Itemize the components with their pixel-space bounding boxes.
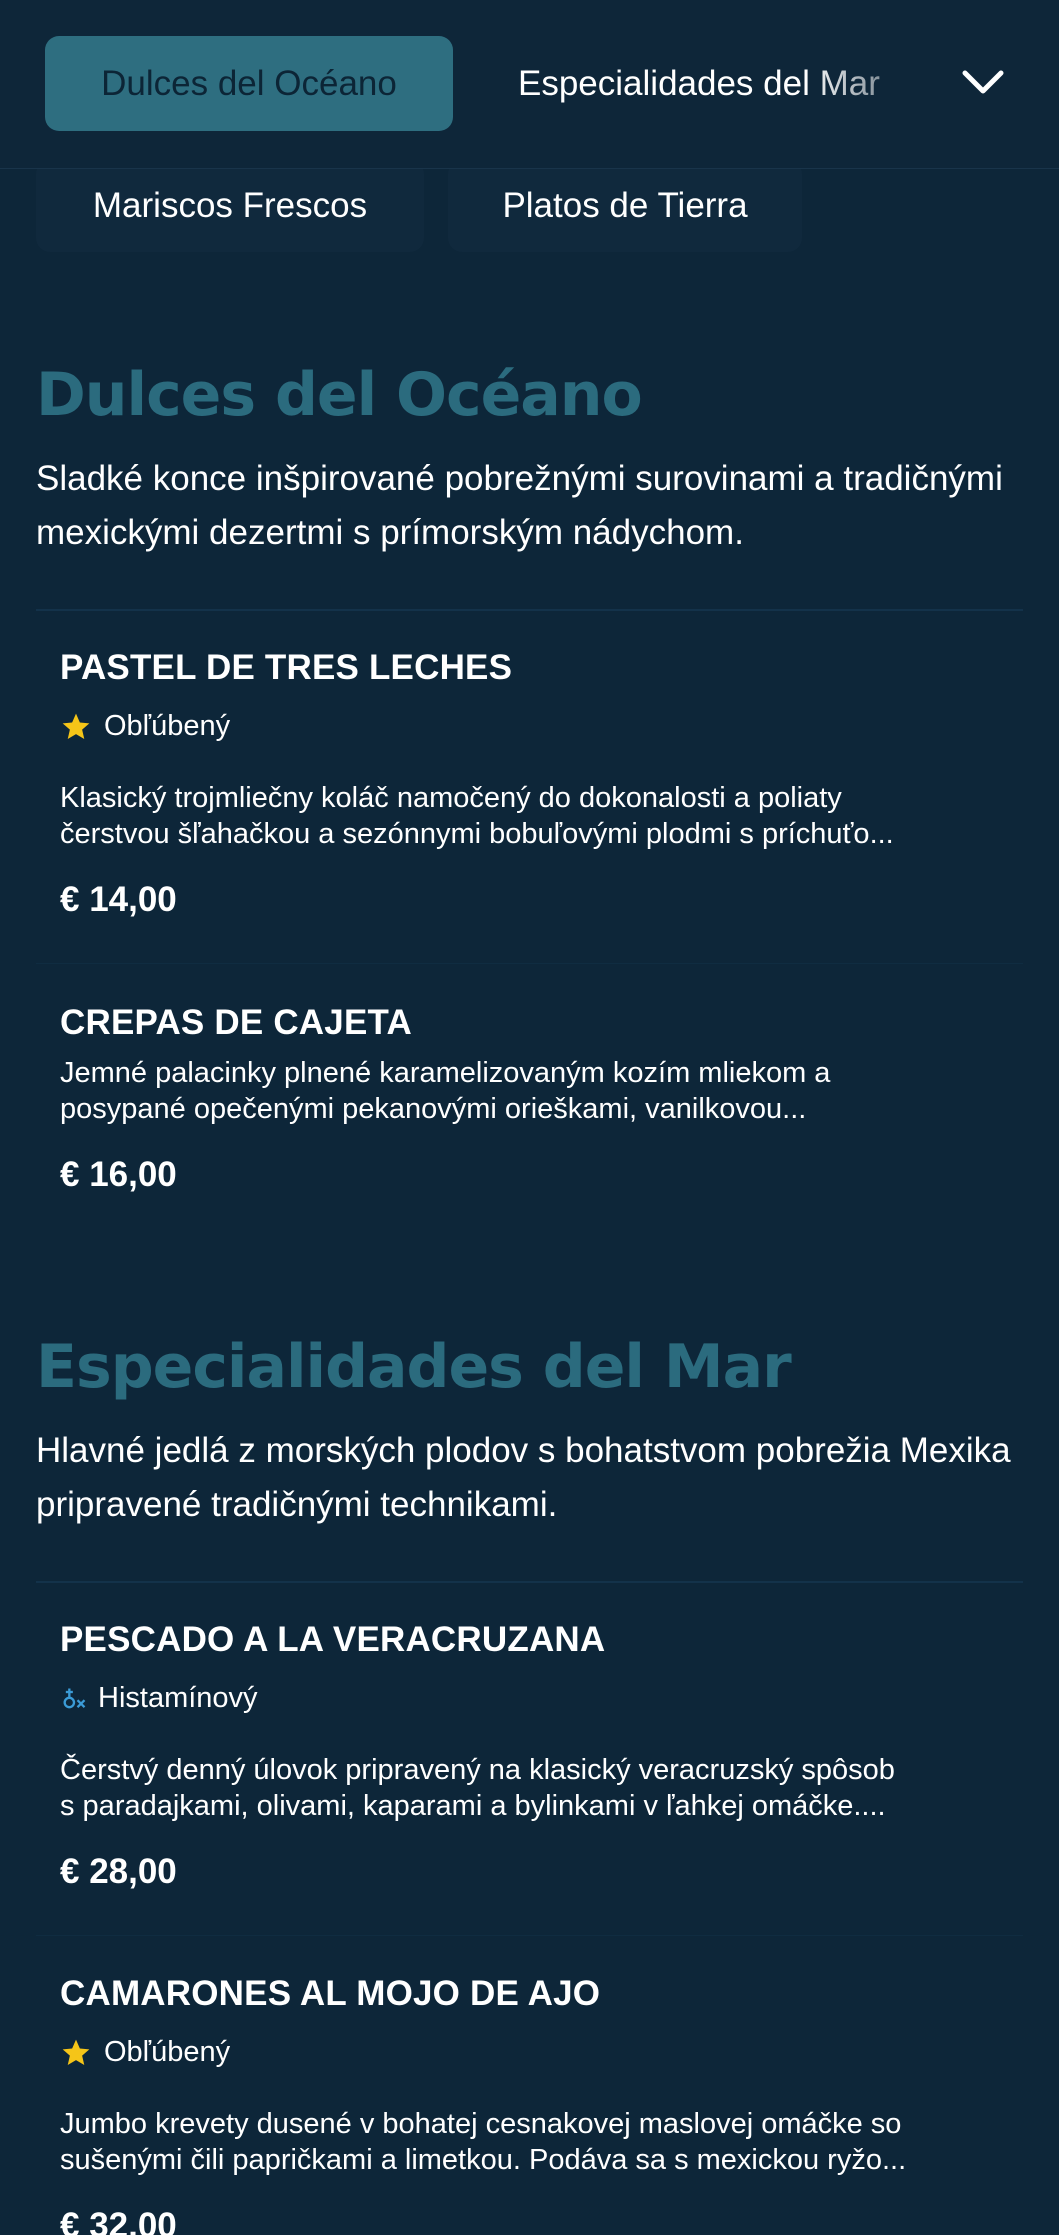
- category-chip-label: Mariscos Frescos: [92, 186, 368, 225]
- item-badge: Obľúbený: [60, 710, 230, 743]
- menu-section-dulces: Dulces del Océano Sladké konce inšpirova…: [36, 350, 1023, 630]
- item-badge-label: Histamínový: [98, 1682, 258, 1714]
- item-divider: [36, 963, 1023, 964]
- item-badge-label: Obľúbený: [104, 710, 231, 742]
- item-description: Čerstvý denný úlovok pripravený na klasi…: [60, 1752, 1000, 1824]
- menu-page: Mariscos Frescos Platos de Tierra Dulces…: [0, 0, 1059, 2235]
- histamine-icon: [63, 1688, 86, 1708]
- item-name: CREPAS DE CAJETA: [60, 1003, 412, 1042]
- item-description: Klasický trojmliečny koláč namočený do d…: [60, 780, 1000, 852]
- menu-section-especialidades: Especialidades del Mar Hlavné jedlá z mo…: [36, 1322, 1023, 1602]
- item-price: € 32,00: [60, 2206, 177, 2235]
- category-chip-mariscos-frescos[interactable]: Mariscos Frescos: [36, 160, 424, 252]
- category-chip-platos-de-tierra[interactable]: Platos de Tierra: [448, 160, 802, 252]
- category-chip-label: Dulces del Océano: [101, 63, 397, 103]
- item-name: PESCADO A LA VERACRUZANA: [60, 1620, 606, 1659]
- item-description-line: Klasický trojmliečny koláč namočený do d…: [60, 782, 842, 814]
- section-description: Hlavné jedlá z morských plodov s bohatst…: [36, 1431, 1011, 1524]
- item-description-line: čerstvou šľahačkou a sezónnymi bobuľovým…: [60, 818, 894, 850]
- item-badge-label: Obľúbený: [104, 2036, 231, 2068]
- item-description-line: sušenými čili papričkami a limetkou. Pod…: [60, 2144, 907, 2176]
- star-icon: [62, 713, 90, 739]
- section-title: Dulces del Océano: [36, 360, 643, 430]
- item-price: € 16,00: [60, 1155, 177, 1194]
- menu-item[interactable]: CAMARONES AL MOJO DE AJO Obľúbený Jumbo …: [60, 1974, 1000, 2235]
- category-chip-label: Platos de Tierra: [502, 186, 748, 225]
- item-price: € 14,00: [60, 880, 177, 919]
- category-chip-label: Especialidades del Mar: [518, 63, 880, 103]
- item-name: PASTEL DE TRES LECHES: [60, 648, 513, 687]
- item-description-line: Jumbo krevety dusené v bohatej cesnakove…: [60, 2108, 902, 2140]
- item-description: Jemné palacinky plnené karamelizovaným k…: [60, 1055, 1000, 1127]
- item-description-line: Čerstvý denný úlovok pripravený na klasi…: [60, 1754, 895, 1786]
- menu-item[interactable]: PASTEL DE TRES LECHES Obľúbený Klasický …: [60, 648, 1000, 928]
- section-title: Especialidades del Mar: [36, 1332, 792, 1402]
- category-nav: Dulces del Océano Especialidades del Mar: [0, 0, 1059, 169]
- item-badge: Histamínový: [60, 1682, 258, 1715]
- item-description-line: Jemné palacinky plnené karamelizovaným k…: [60, 1057, 831, 1089]
- item-badge: Obľúbený: [60, 2036, 230, 2069]
- section-divider: [36, 1581, 1023, 1583]
- menu-item[interactable]: PESCADO A LA VERACRUZANA Histamínový Čer…: [60, 1620, 1000, 1900]
- item-price: € 28,00: [60, 1852, 177, 1891]
- item-description-line: s paradajkami, olivami, kaparami a bylin…: [60, 1790, 886, 1822]
- item-divider: [36, 1935, 1023, 1936]
- item-name: CAMARONES AL MOJO DE AJO: [60, 1974, 601, 2013]
- item-description-line: posypané opečenými pekanovými orieškami,…: [60, 1093, 807, 1125]
- category-chip-especialidades[interactable]: Especialidades del Mar: [518, 36, 918, 131]
- section-divider: [36, 609, 1023, 611]
- menu-item[interactable]: CREPAS DE CAJETA Jemné palacinky plnené …: [60, 1003, 1000, 1203]
- chevron-down-icon[interactable]: [960, 62, 1006, 102]
- section-description: Sladké konce inšpirované pobrežnými suro…: [36, 459, 1003, 552]
- star-icon: [62, 2039, 90, 2065]
- category-chip-active[interactable]: Dulces del Océano: [45, 36, 453, 131]
- item-description: Jumbo krevety dusené v bohatej cesnakove…: [60, 2106, 1000, 2178]
